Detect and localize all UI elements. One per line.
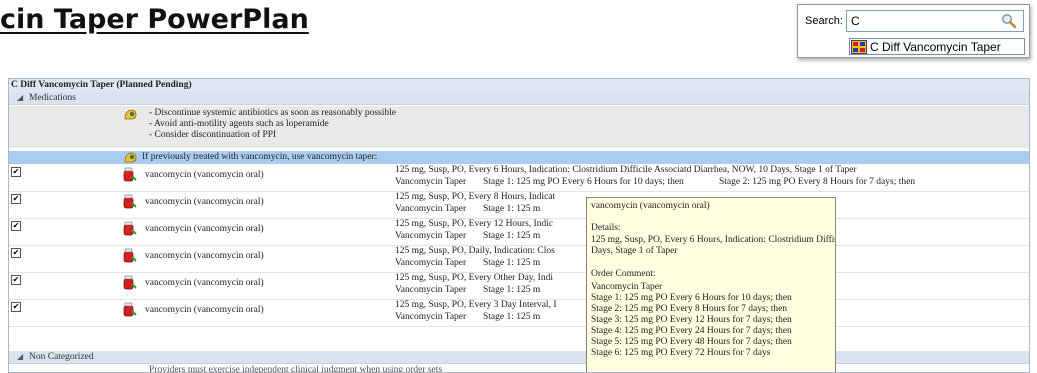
order-name: vancomycin (vancomycin oral) <box>145 278 264 288</box>
note-icon <box>124 109 137 120</box>
note-line: - Discontinue systemic antibiotics as so… <box>149 108 396 118</box>
medication-icon <box>123 248 137 263</box>
order-row[interactable]: ✔ vancomycin (vancomycin oral) 125 mg, S… <box>9 246 1029 273</box>
group-header-non-categorized[interactable]: ◢ Non Categorized <box>9 351 1029 364</box>
order-comment: Vancomycin Taper Stage 1: 125 m <box>395 204 540 214</box>
suggestion-label: C Diff Vancomycin Taper <box>870 39 1001 54</box>
order-comment-label: Vancomycin Taper <box>395 204 467 214</box>
order-row[interactable]: ✔ vancomycin (vancomycin oral) 125 mg, S… <box>9 219 1029 246</box>
tooltip-stage: Stage 4: 125 mg PO Every 24 Hours for 7 … <box>591 326 792 336</box>
order-details: 125 mg, Susp, PO, Daily, Indication: Clo… <box>395 246 555 256</box>
order-comment: Vancomycin Taper Stage 1: 125 m <box>395 231 540 241</box>
order-details: 125 mg, Susp, PO, Every 12 Hours, Indic <box>395 219 554 229</box>
tooltip-stage: Stage 3: 125 mg PO Every 12 Hours for 7 … <box>591 315 792 325</box>
tooltip-stage: Stage 2: 125 mg PO Every 8 Hours for 7 d… <box>591 304 788 314</box>
search-label: Search: <box>805 15 843 27</box>
stage-text: Stage 1: 125 mg PO Every 6 Hours for 10 … <box>483 177 684 187</box>
medication-icon <box>123 302 137 317</box>
tooltip-details: Days, Stage 1 of Taper <box>591 246 678 256</box>
stage-text: Stage 1: 125 m <box>483 312 541 322</box>
order-checkbox[interactable]: ✔ <box>11 302 21 312</box>
order-comment: Vancomycin Taper Stage 1: 125 m <box>395 258 540 268</box>
order-tooltip: vancomycin (vancomycin oral) Details: 12… <box>586 197 836 372</box>
powerplan-icon <box>851 39 867 54</box>
group-header-medications[interactable]: ◢ Medications <box>9 92 1029 105</box>
stage-text: Stage 1: 125 m <box>483 231 541 241</box>
order-checkbox[interactable]: ✔ <box>11 167 21 177</box>
order-name: vancomycin (vancomycin oral) <box>145 305 264 315</box>
order-details: 125 mg, Susp, PO, Every 3 Day Interval, … <box>395 300 557 310</box>
order-name: vancomycin (vancomycin oral) <box>145 197 264 207</box>
search-input[interactable] <box>846 10 1024 32</box>
group-label: Non Categorized <box>29 352 94 362</box>
order-row[interactable]: ✔ vancomycin (vancomycin oral) 125 mg, S… <box>9 165 1029 192</box>
stage-text: Stage 1: 125 m <box>483 204 541 214</box>
selected-note-text: If previously treated with vancomycin, u… <box>142 152 378 162</box>
tooltip-stage: Stage 5: 125 mg PO Every 48 Hours for 7 … <box>591 337 792 347</box>
medication-icon <box>123 167 137 182</box>
order-comment-label: Vancomycin Taper <box>395 285 467 295</box>
tooltip-details-label: Details: <box>591 223 621 233</box>
order-comment-label: Vancomycin Taper <box>395 258 467 268</box>
tooltip-stage: Stage 6: 125 mg PO Every 72 Hours for 7 … <box>591 348 771 358</box>
order-details: 125 mg, Susp, PO, Every 6 Hours, Indicat… <box>395 165 857 175</box>
search-suggestion[interactable]: C Diff Vancomycin Taper <box>849 38 1025 55</box>
tooltip-details: 125 mg, Susp, PO, Every 6 Hours, Indicat… <box>591 235 835 245</box>
note-line: - Consider discontinuation of PPI <box>149 130 277 140</box>
collapse-triangle-icon[interactable]: ◢ <box>17 351 23 363</box>
note-block: - Discontinue systemic antibiotics as so… <box>9 106 1029 148</box>
tooltip-comment-title: Vancomycin Taper <box>591 282 663 292</box>
plan-title: C Diff Vancomycin Taper (Planned Pending… <box>9 79 1029 92</box>
stage-text: Stage 2: 125 mg PO Every 8 Hours for 7 d… <box>719 177 916 187</box>
order-row[interactable]: ✔ vancomycin (vancomycin oral) 125 mg, S… <box>9 300 1029 327</box>
order-details: 125 mg, Susp, PO, Every 8 Hours, Indicat <box>395 192 556 202</box>
order-name: vancomycin (vancomycin oral) <box>145 251 264 261</box>
tooltip-title: vancomycin (vancomycin oral) <box>591 201 710 211</box>
order-row[interactable]: ✔ vancomycin (vancomycin oral) 125 mg, S… <box>9 273 1029 300</box>
order-row[interactable]: ✔ vancomycin (vancomycin oral) 125 mg, S… <box>9 192 1029 219</box>
tooltip-stage: Stage 1: 125 mg PO Every 6 Hours for 10 … <box>591 293 792 303</box>
order-checkbox[interactable]: ✔ <box>11 275 21 285</box>
order-comment: Vancomycin Taper Stage 1: 125 mg PO Ever… <box>395 177 915 187</box>
order-checkbox[interactable]: ✔ <box>11 248 21 258</box>
search-panel: Search: C Diff Vancomycin Taper <box>797 4 1030 58</box>
note-icon <box>124 152 137 163</box>
order-name: vancomycin (vancomycin oral) <box>145 170 264 180</box>
order-comment: Vancomycin Taper Stage 1: 125 m <box>395 285 540 295</box>
order-checkbox[interactable]: ✔ <box>11 221 21 231</box>
note-line: - Avoid anti-motility agents such as lop… <box>149 119 329 129</box>
order-comment-label: Vancomycin Taper <box>395 231 467 241</box>
page-title: cin Taper PowerPlan <box>0 4 309 35</box>
order-comment-label: Vancomycin Taper <box>395 177 467 187</box>
search-icon[interactable] <box>1001 13 1017 29</box>
collapse-triangle-icon[interactable]: ◢ <box>17 92 23 104</box>
order-name: vancomycin (vancomycin oral) <box>145 224 264 234</box>
medication-icon <box>123 275 137 290</box>
order-comment: Vancomycin Taper Stage 1: 125 m <box>395 312 540 322</box>
medication-icon <box>123 221 137 236</box>
order-checkbox[interactable]: ✔ <box>11 194 21 204</box>
order-details: 125 mg, Susp, PO, Every Other Day, Indi <box>395 273 553 283</box>
group-label: Medications <box>29 93 76 103</box>
disclaimer-note: Providers must exercise independent clin… <box>149 365 443 373</box>
medication-icon <box>123 194 137 209</box>
stage-text: Stage 1: 125 m <box>483 285 541 295</box>
selected-note-row[interactable]: If previously treated with vancomycin, u… <box>9 151 1029 164</box>
order-comment-label: Vancomycin Taper <box>395 312 467 322</box>
tooltip-comment-label: Order Comment: <box>591 269 656 279</box>
stage-text: Stage 1: 125 m <box>483 258 541 268</box>
powerplan-panel: C Diff Vancomycin Taper (Planned Pending… <box>8 78 1030 373</box>
